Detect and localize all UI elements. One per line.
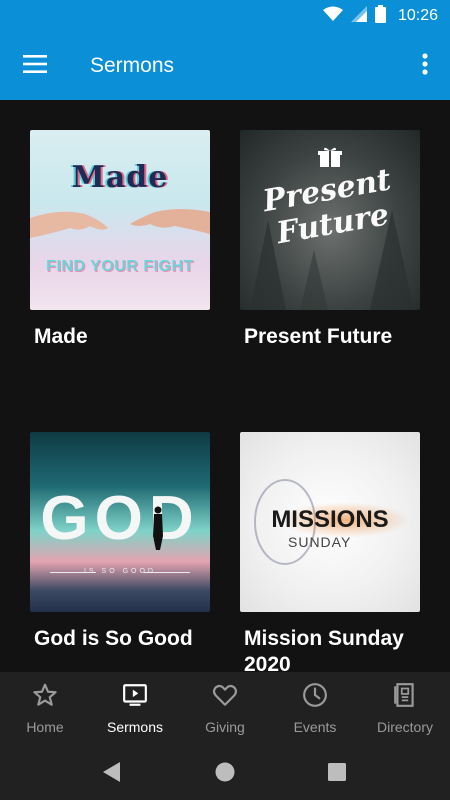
star-icon — [32, 682, 58, 708]
bottom-navigation: Home Sermons Giving Events Directory — [0, 672, 450, 748]
sermon-artwork[interactable]: Made FIND YOUR FIGHT — [30, 130, 210, 310]
sermon-card-mission-sunday[interactable]: MISSIONS SUNDAY Mission Sunday 2020 — [240, 432, 420, 672]
artwork-title: GOD — [40, 484, 200, 553]
sermon-title[interactable]: Made — [34, 324, 224, 350]
sermon-artwork[interactable]: Present Future — [240, 130, 420, 310]
gift-icon — [318, 146, 342, 173]
system-navigation-bar — [0, 748, 450, 800]
home-circle-icon — [214, 761, 236, 788]
nav-item-home[interactable]: Home — [0, 672, 90, 748]
back-triangle-icon — [102, 761, 122, 788]
artwork-title: Made — [71, 160, 169, 195]
recents-button[interactable] — [323, 760, 351, 788]
nav-label: Directory — [376, 719, 433, 735]
sermon-title[interactable]: Mission Sunday 2020 — [244, 626, 434, 672]
hands-illustration — [30, 209, 210, 238]
nav-item-events[interactable]: Events — [270, 672, 360, 748]
clock-icon — [302, 682, 328, 708]
status-bar: 10:26 — [0, 0, 450, 32]
app-bar: Sermons — [0, 32, 450, 100]
nav-item-directory[interactable]: Directory — [360, 672, 450, 748]
nav-item-giving[interactable]: Giving — [180, 672, 270, 748]
sermon-grid: Made FIND YOUR FIGHT Made Present Future… — [0, 100, 450, 672]
nav-label: Events — [293, 719, 337, 735]
menu-button[interactable] — [0, 32, 70, 100]
heart-icon — [212, 682, 238, 708]
artwork-subtitle: SUNDAY — [288, 534, 352, 550]
artwork-title: MISSIONS — [271, 506, 389, 533]
sermon-title[interactable]: God is So Good — [34, 626, 224, 652]
recents-square-icon — [327, 762, 347, 787]
directory-icon — [392, 682, 418, 708]
more-vert-icon — [422, 52, 428, 80]
video-icon — [122, 682, 148, 708]
wifi-icon — [322, 6, 343, 27]
home-button[interactable] — [211, 760, 239, 788]
cell-signal-icon — [350, 5, 367, 27]
battery-icon — [374, 4, 386, 28]
sermon-card-god-is-so-good[interactable]: GOD IS SO GOOD God is So Good — [30, 432, 210, 652]
sermon-artwork[interactable]: MISSIONS SUNDAY — [240, 432, 420, 612]
back-button[interactable] — [98, 760, 126, 788]
status-time: 10:26 — [397, 7, 438, 24]
sermon-card-made[interactable]: Made FIND YOUR FIGHT Made — [30, 130, 210, 350]
sermon-card-present-future[interactable]: Present Future Present Future — [240, 130, 420, 350]
hamburger-menu-icon — [23, 54, 47, 78]
nav-item-sermons[interactable]: Sermons — [90, 672, 180, 748]
nav-label: Sermons — [106, 719, 164, 735]
sermon-title[interactable]: Present Future — [244, 324, 434, 350]
nav-label: Home — [26, 719, 64, 735]
artwork-subtitle: FIND YOUR FIGHT — [46, 258, 194, 275]
page-title: Sermons — [90, 54, 175, 77]
sermon-artwork[interactable]: GOD IS SO GOOD — [30, 432, 210, 612]
more-options-button[interactable] — [400, 32, 450, 100]
divider — [144, 572, 190, 573]
nav-label: Giving — [205, 719, 245, 735]
person-silhouette — [152, 506, 164, 555]
